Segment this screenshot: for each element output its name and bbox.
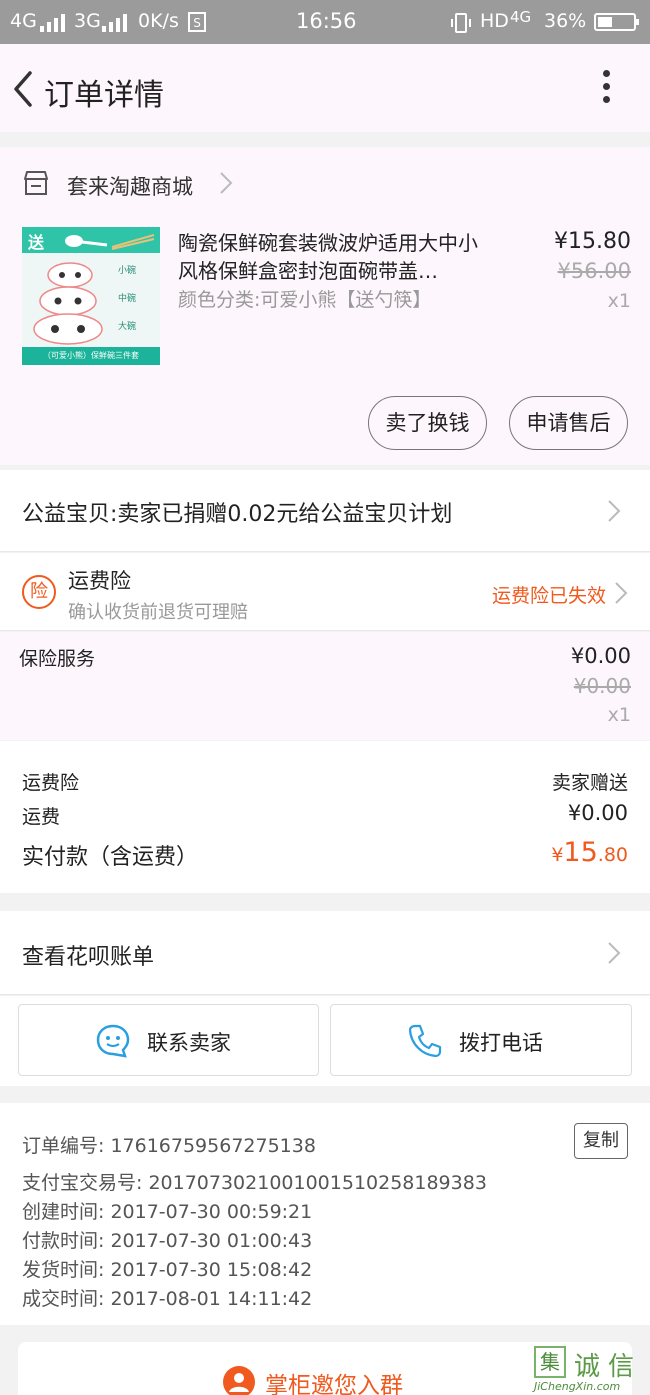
join-group-text: 掌柜邀您入群 [265, 1373, 403, 1395]
order-number: 订单编号: 17616759567275138 [22, 1135, 316, 1157]
storage-icon: S [188, 12, 206, 32]
insurance-service-original-price: ¥0.00 [573, 674, 631, 698]
order-item-card: 套来淘趣商城 送 小碗 中碗 大碗 （可爱小熊）保鲜碗三件套 陶瓷保鲜碗套装微波… [0, 147, 650, 465]
copy-button[interactable]: 复制 [574, 1123, 628, 1159]
insurance-service-price: ¥0.00 [570, 644, 631, 668]
call-button[interactable]: 拨打电话 [330, 1004, 632, 1076]
total-label: 实付款（含运费） [22, 845, 199, 870]
total-value: ¥15.80 [551, 837, 628, 868]
watermark-url: JiChengXin.com [534, 1380, 621, 1393]
chevron-right-icon[interactable] [219, 171, 233, 195]
network-speed: 0K/s [138, 10, 179, 32]
thumbnail-gift-label: 送 [28, 233, 45, 252]
fee-row-insurance: 运费险 卖家赠送 [22, 768, 628, 795]
huabei-bill-row[interactable]: 查看花呗账单 [0, 911, 650, 995]
hd-indicator: HD [480, 10, 509, 32]
watermark-logo: 集 诚 信 JiChengXin.com [534, 1344, 650, 1395]
contact-bar: 联系卖家 拨打电话 [0, 996, 650, 1086]
insurance-service-quantity: x1 [607, 704, 631, 726]
watermark-char-1: 诚 [574, 1352, 601, 1382]
status-bar: 4G 3G 0K/s S 16:56 HD 4G 36% [0, 0, 650, 44]
call-label: 拨打电话 [459, 1031, 543, 1055]
shipping-insurance-subtitle: 确认收货前退货可理赔 [68, 602, 248, 623]
watermark-box-char: 集 [534, 1346, 566, 1378]
product-variant: 颜色分类:可爱小熊【送勺筷】 [178, 289, 432, 311]
alipay-trade-number: 支付宝交易号: 2017073021001001510258189383 [22, 1172, 487, 1194]
fee-shipping-label: 运费 [22, 806, 61, 828]
chevron-right-icon [615, 582, 628, 604]
closed-time: 成交时间: 2017-08-01 14:11:42 [22, 1288, 313, 1310]
after-sale-button[interactable]: 申请售后 [509, 396, 628, 450]
fee-insurance-value: 卖家赠送 [551, 772, 628, 794]
charity-text: 公益宝贝:卖家已捐赠0.02元给公益宝贝计划 [22, 502, 453, 527]
bowl-set-image [33, 262, 103, 345]
network-indicator-4g: 4G [10, 10, 37, 32]
fee-insurance-label: 运费险 [22, 772, 80, 794]
shipping-insurance-title: 运费险 [68, 569, 131, 593]
watermark-char-2: 信 [608, 1352, 635, 1382]
page-title: 订单详情 [44, 78, 164, 113]
thumbnail-size-medium: 中碗 [118, 294, 137, 304]
signal-icon [40, 14, 65, 32]
order-info: 订单编号: 17616759567275138 复制 支付宝交易号: 20170… [0, 1103, 650, 1325]
product-quantity: x1 [607, 290, 631, 312]
contact-seller-label: 联系卖家 [147, 1031, 231, 1055]
product-price: ¥15.80 [554, 229, 631, 254]
created-time: 创建时间: 2017-07-30 00:59:21 [22, 1201, 313, 1223]
chevron-right-icon [608, 942, 621, 964]
thumbnail-size-small: 小碗 [118, 266, 137, 276]
paid-time: 付款时间: 2017-07-30 01:00:43 [22, 1230, 313, 1252]
charity-row[interactable]: 公益宝贝:卖家已捐赠0.02元给公益宝贝计划 [0, 470, 650, 552]
spoon-chopsticks-icon [65, 234, 155, 250]
shop-name[interactable]: 套来淘趣商城 [67, 171, 193, 201]
battery-percent: 36% [544, 10, 587, 32]
insurance-service-label: 保险服务 [19, 648, 96, 670]
fee-shipping-value: ¥0.00 [567, 801, 628, 825]
contact-seller-button[interactable]: 联系卖家 [18, 1004, 319, 1076]
insurance-badge-icon: 险 [22, 575, 56, 609]
phone-icon [408, 1024, 442, 1058]
thumbnail-caption: （可爱小熊）保鲜碗三件套 [22, 347, 160, 365]
clock: 16:56 [296, 9, 357, 33]
shipped-time: 发货时间: 2017-07-30 15:08:42 [22, 1259, 313, 1281]
svg-text:S: S [193, 16, 201, 30]
chevron-right-icon [608, 500, 621, 522]
fee-summary: 运费险 卖家赠送 运费 ¥0.00 实付款（含运费） ¥15.80 [0, 741, 650, 893]
vibrate-icon [451, 13, 471, 33]
total-currency: ¥ [551, 844, 564, 866]
fee-row-shipping: 运费 ¥0.00 [22, 801, 628, 829]
thumbnail-size-large: 大碗 [118, 322, 137, 332]
network-indicator-3g: 3G [74, 10, 101, 32]
chat-bubble-icon [96, 1024, 130, 1058]
more-options-icon[interactable] [596, 70, 616, 106]
product-thumbnail[interactable]: 送 小碗 中碗 大碗 （可爱小熊）保鲜碗三件套 [22, 227, 160, 365]
back-arrow-icon[interactable] [10, 69, 40, 109]
total-integer: 15 [563, 837, 598, 868]
shop-icon [24, 171, 48, 195]
huabei-bill-text: 查看花呗账单 [22, 945, 155, 970]
product-original-price: ¥56.00 [557, 259, 631, 283]
signal-icon [102, 14, 127, 32]
battery-icon [594, 13, 639, 31]
fee-row-total: 实付款（含运费） ¥15.80 [22, 837, 628, 871]
resell-button[interactable]: 卖了换钱 [368, 396, 487, 450]
product-title[interactable]: 陶瓷保鲜碗套装微波炉适用大中小风格保鲜盒密封泡面碗带盖… [178, 229, 488, 285]
shipping-insurance-row[interactable]: 险 运费险 确认收货前退货可理赔 运费险已失效 [0, 553, 650, 631]
shipping-insurance-status: 运费险已失效 [491, 585, 606, 607]
total-decimal: .80 [597, 844, 628, 866]
insurance-service-item: 保险服务 ¥0.00 ¥0.00 x1 [0, 632, 650, 740]
group-icon [223, 1366, 255, 1395]
title-bar: 订单详情 [0, 44, 650, 132]
network-indicator-4g-secondary: 4G [510, 8, 532, 26]
